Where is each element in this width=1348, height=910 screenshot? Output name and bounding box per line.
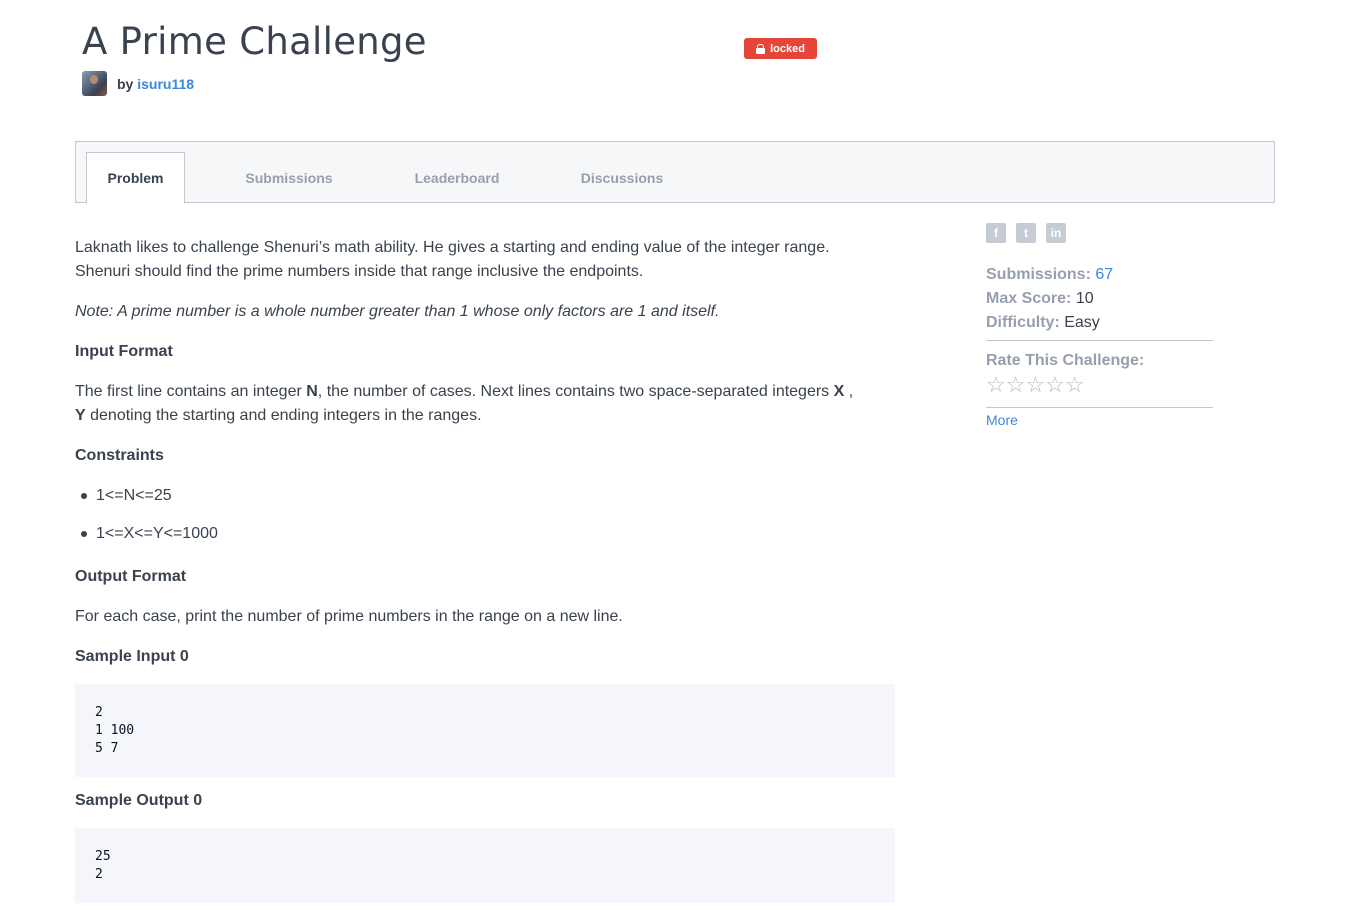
input-text-part: The first line contains an integer (75, 383, 307, 400)
submissions-label: Submissions: (986, 266, 1091, 283)
author-line: by isuru118 (82, 71, 194, 96)
constraint-text: 1<=X<=Y<=1000 (96, 525, 218, 542)
facebook-icon[interactable]: f (986, 223, 1006, 243)
rating-stars[interactable]: ☆☆☆☆☆ (986, 373, 1085, 397)
tab-submissions[interactable]: Submissions (226, 152, 352, 204)
output-format-heading: Output Format (75, 568, 187, 585)
input-format-heading: Input Format (75, 343, 173, 360)
constraints-heading: Constraints (75, 447, 164, 464)
input-text-part: , the number of cases. Next lines contai… (317, 383, 834, 400)
tab-problem[interactable]: Problem (86, 152, 185, 204)
bullet-icon (81, 531, 87, 537)
bullet-icon (81, 493, 87, 499)
max-score-value: 10 (1075, 290, 1094, 307)
social-share: f t in (986, 223, 1214, 243)
sample-output-heading: Sample Output 0 (75, 792, 203, 809)
rate-label: Rate This Challenge: (986, 352, 1145, 369)
tab-discussions[interactable]: Discussions (564, 152, 680, 204)
twitter-icon[interactable]: t (1016, 223, 1036, 243)
list-item: 1<=X<=Y<=1000 (81, 522, 218, 546)
divider (986, 340, 1213, 341)
difficulty-stat: Difficulty: Easy (986, 311, 1100, 335)
sample-input-code[interactable]: 2 1 100 5 7 (75, 684, 895, 777)
intro-line-1: Laknath likes to challenge Shenuri’s mat… (75, 239, 830, 256)
challenge-sidebar: f t in Submissions: 67 Max Score: 10 Dif… (986, 223, 1214, 428)
submissions-stat: Submissions: 67 (986, 263, 1113, 287)
sample-output-code[interactable]: 25 2 (75, 828, 895, 903)
challenge-tabs: Problem Submissions Leaderboard Discussi… (75, 141, 1275, 204)
var-n: N (306, 383, 318, 400)
more-link[interactable]: More (986, 408, 1018, 432)
avatar[interactable] (82, 71, 107, 96)
intro-line-2: Shenuri should find the prime numbers in… (75, 263, 644, 280)
constraint-text: 1<=N<=25 (96, 487, 172, 504)
var-y: Y (75, 407, 86, 424)
difficulty-value: Easy (1064, 314, 1100, 331)
rate-heading: Rate This Challenge: (986, 349, 1144, 373)
by-label: by (117, 75, 134, 92)
locked-badge: locked (744, 38, 817, 59)
badge-label: locked (770, 42, 805, 55)
author-link[interactable]: isuru118 (137, 76, 194, 92)
page-title: A Prime Challenge (82, 20, 427, 63)
lock-icon (756, 43, 766, 54)
input-text-part: denoting the starting and ending integer… (85, 407, 482, 424)
divider (986, 407, 1213, 408)
input-format-text: The first line contains an integer N, th… (75, 380, 895, 428)
submissions-link[interactable]: 67 (1095, 266, 1113, 283)
list-item: 1<=N<=25 (81, 484, 172, 508)
max-score-stat: Max Score: 10 (986, 287, 1094, 311)
difficulty-label: Difficulty: (986, 314, 1060, 331)
note-text: Note: A prime number is a whole number g… (75, 303, 720, 320)
input-text-part: , (844, 383, 854, 400)
linkedin-icon[interactable]: in (1046, 223, 1066, 243)
output-format-text: For each case, print the number of prime… (75, 608, 623, 625)
var-x: X (833, 383, 845, 400)
intro-text: Laknath likes to challenge Shenuri’s mat… (75, 236, 895, 284)
tab-leaderboard[interactable]: Leaderboard (396, 152, 518, 204)
max-score-label: Max Score: (986, 290, 1072, 307)
sample-input-heading: Sample Input 0 (75, 648, 189, 665)
